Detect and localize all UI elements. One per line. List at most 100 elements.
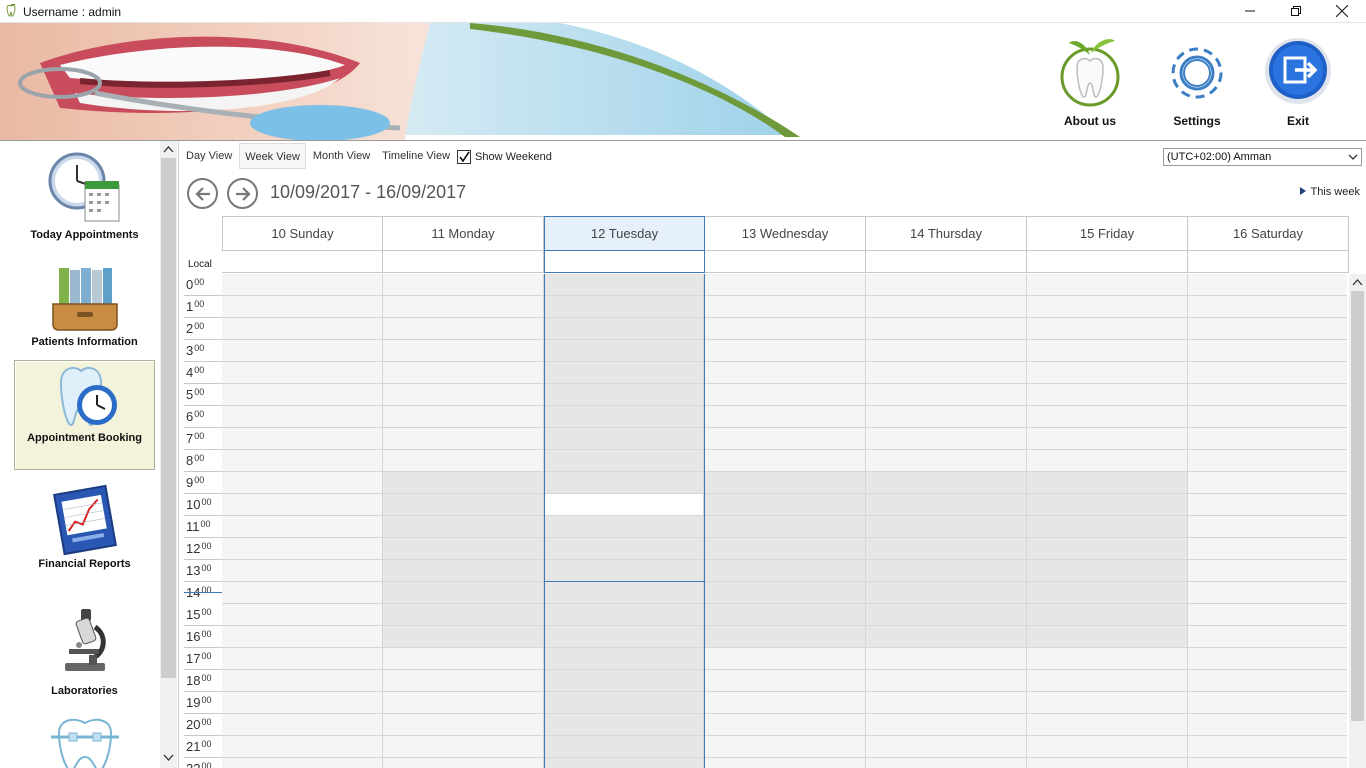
time-slot[interactable] [705, 758, 866, 768]
all-day-cell[interactable] [222, 251, 383, 273]
time-slot[interactable] [1188, 494, 1347, 516]
time-slot[interactable] [1027, 626, 1188, 648]
time-slot[interactable] [705, 714, 866, 736]
time-slot[interactable] [1188, 450, 1347, 472]
sidebar-item-financial-reports[interactable]: Financial Reports [14, 484, 155, 594]
minimize-button[interactable] [1227, 0, 1273, 22]
time-slot[interactable] [866, 274, 1027, 296]
time-slot[interactable] [1027, 274, 1188, 296]
time-slot[interactable] [705, 384, 866, 406]
time-slot[interactable] [705, 296, 866, 318]
time-slot[interactable] [705, 604, 866, 626]
time-slot[interactable] [1188, 626, 1347, 648]
day-header[interactable]: 10 Sunday [222, 216, 383, 251]
day-header[interactable]: 14 Thursday [866, 216, 1027, 251]
time-slot[interactable] [866, 626, 1027, 648]
time-slot[interactable] [383, 296, 544, 318]
time-slot[interactable] [1188, 604, 1347, 626]
time-slot[interactable] [545, 560, 704, 582]
tab-timeline-view[interactable]: Timeline View [377, 143, 455, 169]
time-slot[interactable] [1027, 538, 1188, 560]
settings-button[interactable]: Settings [1152, 33, 1242, 133]
time-slot[interactable] [866, 604, 1027, 626]
time-slot[interactable] [866, 648, 1027, 670]
time-slot[interactable] [705, 648, 866, 670]
time-slot[interactable] [705, 274, 866, 296]
show-weekend-checkbox[interactable]: Show Weekend [457, 143, 552, 169]
time-slot[interactable] [545, 340, 704, 362]
time-slot[interactable] [866, 296, 1027, 318]
tab-day-view[interactable]: Day View [181, 143, 237, 169]
time-slot[interactable] [866, 714, 1027, 736]
time-slot[interactable] [222, 648, 383, 670]
time-slot[interactable] [222, 582, 383, 604]
calendar-scrollbar[interactable] [1349, 274, 1366, 768]
time-slot[interactable] [222, 406, 383, 428]
time-slot[interactable] [1027, 582, 1188, 604]
time-slot[interactable] [1027, 340, 1188, 362]
time-slot[interactable] [866, 472, 1027, 494]
time-slot[interactable] [222, 494, 383, 516]
time-slot[interactable] [705, 670, 866, 692]
time-slot[interactable] [222, 626, 383, 648]
time-slot[interactable] [1188, 340, 1347, 362]
time-slot[interactable] [866, 516, 1027, 538]
time-slot[interactable] [705, 516, 866, 538]
time-slot[interactable] [866, 736, 1027, 758]
time-slot[interactable] [705, 362, 866, 384]
time-slot[interactable] [1188, 648, 1347, 670]
time-slot[interactable] [222, 692, 383, 714]
time-slot[interactable] [222, 384, 383, 406]
tab-month-view[interactable]: Month View [308, 143, 375, 169]
time-slot[interactable] [1027, 428, 1188, 450]
sidebar-item-braces[interactable] [14, 709, 155, 768]
time-slot[interactable] [545, 472, 704, 494]
time-slot[interactable] [866, 692, 1027, 714]
time-slot[interactable] [705, 582, 866, 604]
time-slot[interactable] [705, 472, 866, 494]
time-slot[interactable] [1027, 318, 1188, 340]
this-week-link[interactable]: This week [1300, 186, 1360, 198]
time-slot[interactable] [705, 428, 866, 450]
time-slot[interactable] [1188, 692, 1347, 714]
time-slot[interactable] [383, 274, 544, 296]
time-slot[interactable] [1188, 516, 1347, 538]
time-slot[interactable] [383, 758, 544, 768]
time-slot[interactable] [545, 648, 704, 670]
time-slot[interactable] [222, 604, 383, 626]
time-slot[interactable] [383, 384, 544, 406]
previous-week-button[interactable] [187, 178, 218, 209]
time-slot[interactable] [545, 582, 704, 604]
time-slot[interactable] [866, 494, 1027, 516]
exit-button[interactable]: Exit [1253, 33, 1343, 133]
time-slot[interactable] [866, 318, 1027, 340]
time-slot[interactable] [545, 538, 704, 560]
time-slot[interactable] [383, 582, 544, 604]
time-slot[interactable] [866, 582, 1027, 604]
time-slot[interactable] [383, 538, 544, 560]
time-slot[interactable] [383, 670, 544, 692]
time-slot[interactable] [545, 362, 704, 384]
time-slot[interactable] [1027, 648, 1188, 670]
time-slot[interactable] [222, 560, 383, 582]
day-header[interactable]: 15 Friday [1027, 216, 1188, 251]
time-slot[interactable] [383, 362, 544, 384]
about-us-button[interactable]: About us [1045, 33, 1135, 133]
time-slot[interactable] [222, 670, 383, 692]
time-slot[interactable] [705, 626, 866, 648]
time-slot[interactable] [1027, 362, 1188, 384]
time-slot[interactable] [1188, 670, 1347, 692]
all-day-cell[interactable] [383, 251, 544, 273]
all-day-cell[interactable] [1188, 251, 1349, 273]
time-slot[interactable] [1027, 472, 1188, 494]
sidebar-scroll-thumb[interactable] [161, 158, 176, 678]
time-slot[interactable] [222, 362, 383, 384]
sidebar-item-appointment-booking[interactable]: Appointment Booking [14, 360, 155, 470]
time-slot[interactable] [545, 494, 704, 516]
time-slot[interactable] [383, 472, 544, 494]
time-slot[interactable] [222, 736, 383, 758]
time-slot[interactable] [1027, 384, 1188, 406]
time-slot[interactable] [866, 450, 1027, 472]
time-slot[interactable] [545, 318, 704, 340]
time-slot[interactable] [222, 516, 383, 538]
